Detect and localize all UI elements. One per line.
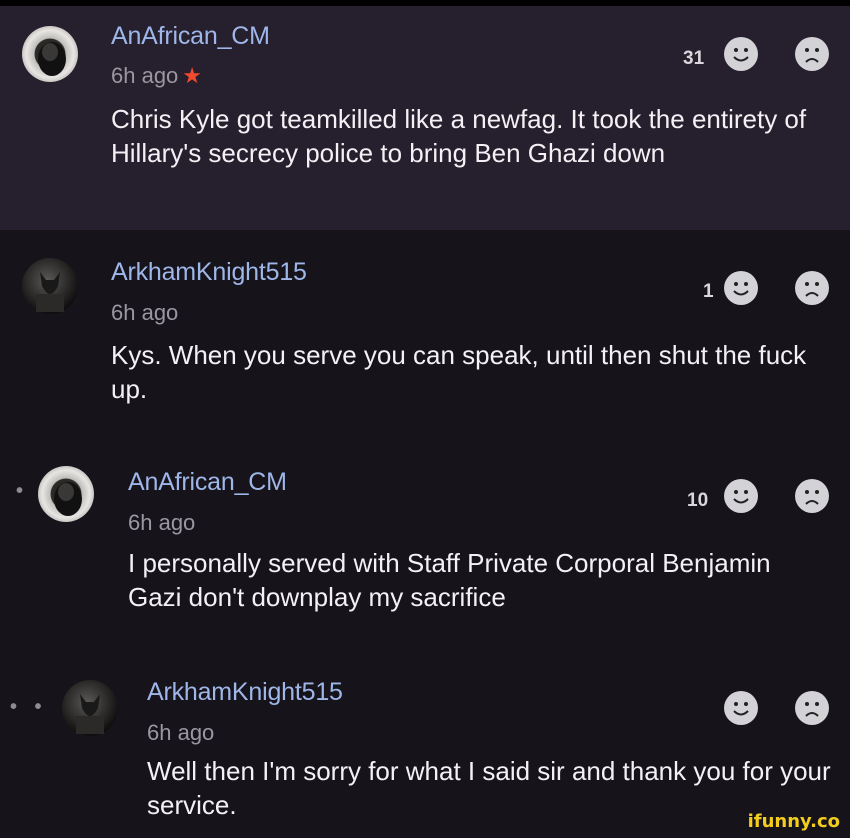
like-count: 10 bbox=[687, 490, 709, 511]
username[interactable]: ArkhamKnight515 bbox=[147, 678, 343, 707]
timestamp: 6h ago bbox=[128, 510, 196, 535]
frown-icon[interactable] bbox=[795, 271, 829, 305]
avatar-image bbox=[38, 42, 66, 76]
reply-indent-dots: • bbox=[16, 480, 30, 502]
comment-text: Kys. When you serve you can speak, until… bbox=[111, 340, 807, 404]
username[interactable]: AnAfrican_CM bbox=[128, 468, 287, 497]
comment-text: Chris Kyle got teamkilled like a newfag.… bbox=[111, 104, 807, 168]
comment-item: • AnAfrican_CM 6h ago 10 I personally se… bbox=[0, 438, 850, 650]
timestamp: 6h ago bbox=[147, 720, 215, 745]
timestamp-text: 6h ago bbox=[111, 63, 179, 88]
star-icon: ★ bbox=[182, 63, 203, 88]
like-count: 1 bbox=[703, 281, 714, 302]
smile-icon[interactable] bbox=[724, 691, 758, 725]
comment-text: Well then I'm sorry for what I said sir … bbox=[147, 756, 831, 820]
timestamp: 6h ago bbox=[111, 300, 179, 325]
avatar[interactable] bbox=[38, 466, 94, 522]
frown-icon[interactable] bbox=[795, 479, 829, 513]
avatar[interactable] bbox=[22, 26, 78, 82]
comment-text: I personally served with Staff Private C… bbox=[128, 548, 771, 612]
smile-icon[interactable] bbox=[724, 479, 758, 513]
smile-icon[interactable] bbox=[724, 37, 758, 71]
username[interactable]: ArkhamKnight515 bbox=[111, 258, 307, 287]
frown-icon[interactable] bbox=[795, 691, 829, 725]
avatar[interactable] bbox=[22, 258, 78, 314]
watermark-logo: ifunny.co bbox=[747, 811, 840, 832]
like-count: 31 bbox=[683, 48, 705, 69]
comment-item: ArkhamKnight515 6h ago 1 Kys. When you s… bbox=[0, 230, 850, 438]
avatar[interactable] bbox=[62, 680, 118, 736]
smile-icon[interactable] bbox=[724, 271, 758, 305]
frown-icon[interactable] bbox=[795, 37, 829, 71]
avatar-image bbox=[36, 272, 64, 312]
avatar-image bbox=[76, 694, 104, 734]
comment-item: AnAfrican_CM 6h ago ★ 31 Chris Kyle got t… bbox=[0, 6, 850, 230]
username[interactable]: AnAfrican_CM bbox=[111, 22, 270, 51]
reply-indent-dots: • • bbox=[10, 696, 48, 718]
avatar-image bbox=[54, 482, 82, 516]
comment-item: • • ArkhamKnight515 6h ago Well then I'm… bbox=[0, 650, 850, 838]
timestamp: 6h ago ★ bbox=[111, 63, 202, 89]
